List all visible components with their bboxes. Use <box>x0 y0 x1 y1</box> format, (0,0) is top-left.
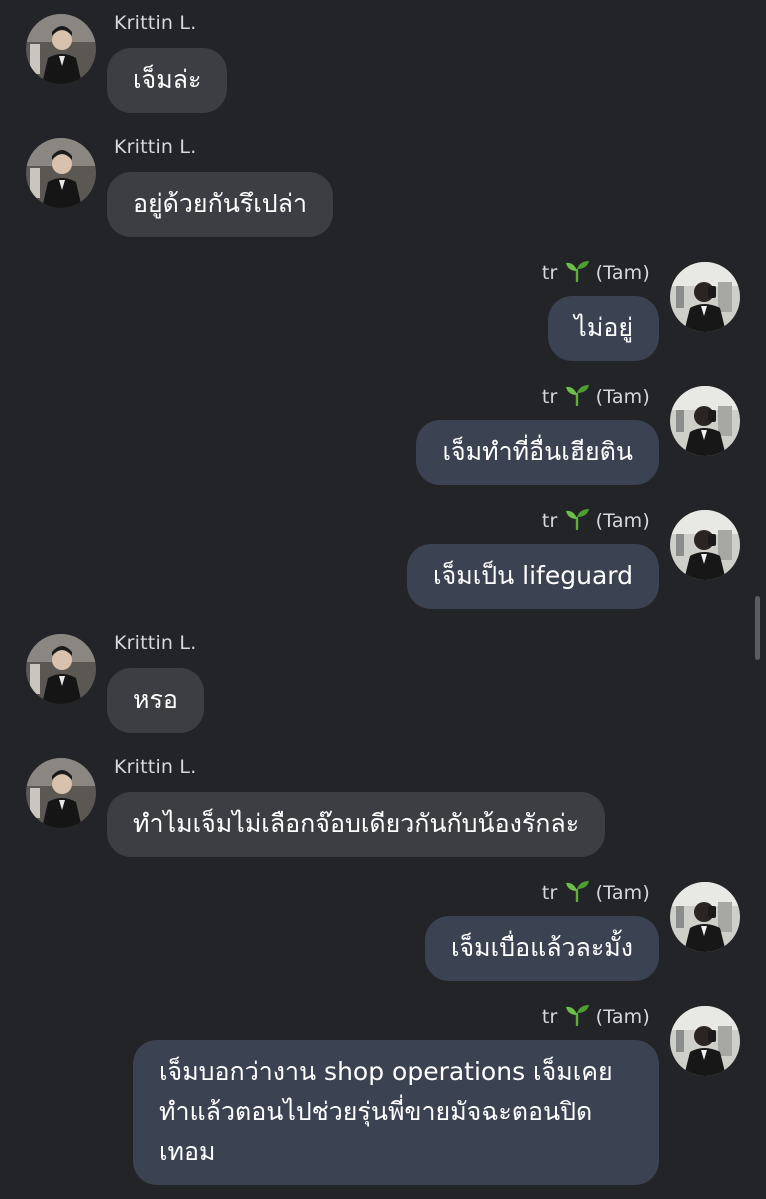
sender-suffix: (Tam) <box>595 882 650 904</box>
message-bubble[interactable]: หรอ <box>107 668 204 733</box>
sender-name: Krittin L. <box>114 136 197 158</box>
message-bubble[interactable]: เจ็มทำที่อื่นเฮียติน <box>416 420 659 485</box>
message-bubble[interactable]: เจ็มเป็น lifeguard <box>407 544 659 609</box>
sprout-icon <box>564 880 590 907</box>
message-line: เทอม <box>159 1137 216 1166</box>
sender-prefix: tr <box>541 1006 558 1028</box>
sender-name: Krittin L. <box>114 632 197 654</box>
sender-prefix: tr <box>541 510 558 532</box>
sender-suffix: (Tam) <box>595 262 650 284</box>
sender-name: tr (Tam) <box>542 1004 650 1031</box>
sprout-icon <box>564 260 590 287</box>
sender-prefix: tr <box>541 882 558 904</box>
sender-prefix: tr <box>541 262 558 284</box>
message-bubble[interactable]: เจ็มบอกว่างาน shop operations เจ็มเคย ทำ… <box>133 1040 659 1185</box>
message-bubble[interactable]: ไม่อยู่ <box>548 296 659 361</box>
sender-name: Krittin L. <box>114 756 197 778</box>
sender-name: tr (Tam) <box>542 508 650 535</box>
message-bubble[interactable]: เจ็มเบื่อแล้วละมั้ง <box>424 916 659 981</box>
message-line: ทำแล้วตอนไปช่วยรุ่นพี่ขายมัจฉะตอนปิด <box>159 1097 593 1126</box>
chat-thread[interactable]: Krittin L. เจ็มล่ะ Krittin L. อยู่ด้วยกั… <box>0 0 766 1199</box>
avatar-tam[interactable] <box>670 510 740 580</box>
avatar-tam[interactable] <box>670 386 740 456</box>
message-bubble[interactable]: อยู่ด้วยกันรึเปล่า <box>107 172 334 237</box>
sender-suffix: (Tam) <box>595 386 650 408</box>
message-bubble[interactable]: เจ็มล่ะ <box>107 48 228 113</box>
avatar-krittin[interactable] <box>26 14 96 84</box>
message-line: เจ็มบอกว่างาน shop operations เจ็มเคย <box>159 1057 613 1086</box>
sender-name: tr (Tam) <box>542 384 650 411</box>
avatar-krittin[interactable] <box>26 634 96 704</box>
sender-name: tr (Tam) <box>542 260 650 287</box>
sender-name: Krittin L. <box>114 12 197 34</box>
avatar-tam[interactable] <box>670 1006 740 1076</box>
avatar-krittin[interactable] <box>26 758 96 828</box>
scrollbar-thumb[interactable] <box>755 596 760 660</box>
sprout-icon <box>564 384 590 411</box>
sender-suffix: (Tam) <box>595 1006 650 1028</box>
sprout-icon <box>564 508 590 535</box>
sender-suffix: (Tam) <box>595 510 650 532</box>
avatar-krittin[interactable] <box>26 138 96 208</box>
sprout-icon <box>564 1004 590 1031</box>
avatar-tam[interactable] <box>670 262 740 332</box>
avatar-tam[interactable] <box>670 882 740 952</box>
sender-prefix: tr <box>541 386 558 408</box>
message-bubble[interactable]: ทำไมเจ็มไม่เลือกจ๊อบเดียวกันกับน้องรักล่… <box>107 792 606 857</box>
sender-name: tr (Tam) <box>542 880 650 907</box>
